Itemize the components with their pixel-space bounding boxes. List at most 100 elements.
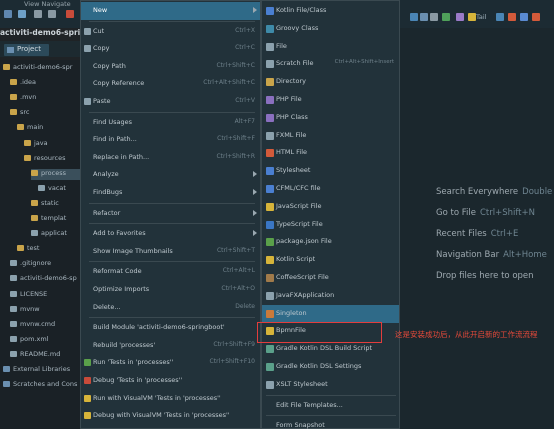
tree-item[interactable]: .idea bbox=[10, 78, 80, 89]
tree-item[interactable]: resources bbox=[24, 154, 80, 165]
tree-item[interactable]: src bbox=[10, 108, 80, 119]
forward-arrow-icon[interactable] bbox=[48, 10, 56, 18]
submenu-item-label: Scratch File bbox=[276, 59, 314, 68]
context-menu-item[interactable]: Rebuild 'processes' Ctrl+Shift+F9 bbox=[81, 337, 260, 355]
toolbar-icon-9[interactable] bbox=[520, 13, 528, 21]
context-menu-item[interactable]: Add to Favorites bbox=[81, 225, 260, 243]
submenu-item[interactable]: Singleton bbox=[262, 304, 399, 323]
submenu-item[interactable]: package.json File bbox=[262, 233, 399, 251]
php-class-icon bbox=[266, 113, 274, 122]
context-menu-item-label: Run with VisualVM 'Tests in 'processes'' bbox=[93, 393, 221, 402]
context-menu-item[interactable]: Reformat Code Ctrl+Alt+L bbox=[81, 263, 260, 281]
context-menu-item[interactable]: Cut Ctrl+X bbox=[81, 23, 260, 41]
sync-icon[interactable] bbox=[18, 10, 26, 18]
toolbar-icon-3[interactable] bbox=[430, 13, 438, 21]
context-menu-item[interactable]: Analyze bbox=[81, 166, 260, 184]
tree-item[interactable]: mvnw bbox=[10, 305, 80, 316]
context-menu-shortcut: Alt+F7 bbox=[234, 117, 255, 125]
toolbar-icon-1[interactable] bbox=[410, 13, 418, 21]
build-icon[interactable] bbox=[66, 10, 74, 18]
context-menu-item[interactable]: Find Usages Alt+F7 bbox=[81, 114, 260, 132]
toolbar-icon-2[interactable] bbox=[420, 13, 428, 21]
submenu-item[interactable]: HTML File bbox=[262, 144, 399, 162]
toolbar-icon-4[interactable] bbox=[442, 13, 450, 21]
toolbar-icon-6[interactable] bbox=[468, 13, 476, 21]
save-icon[interactable] bbox=[4, 10, 12, 18]
submenu-item-label: HTML File bbox=[276, 148, 308, 157]
visualvm-run-icon bbox=[84, 394, 91, 402]
submenu-item[interactable]: Gradle Kotlin DSL Settings bbox=[262, 358, 399, 376]
submenu-item-label: CoffeeScript File bbox=[276, 273, 329, 281]
editor-hint-label: Recent Files bbox=[436, 229, 487, 239]
tree-item[interactable]: activiti-demo6-spr bbox=[3, 63, 80, 74]
context-menu-item-label: New bbox=[93, 6, 108, 14]
tree-item[interactable]: pom.xml bbox=[10, 335, 80, 346]
tree-item[interactable]: applicat bbox=[31, 229, 80, 240]
project-tab[interactable]: Project bbox=[4, 44, 49, 56]
tree-item[interactable]: External Libraries bbox=[3, 365, 80, 376]
tree-item[interactable]: process bbox=[31, 168, 80, 180]
tree-item[interactable]: test bbox=[17, 244, 80, 255]
tree-item[interactable]: main bbox=[17, 123, 80, 134]
tree-item[interactable]: vacat bbox=[38, 184, 80, 195]
context-menu-item[interactable]: New bbox=[81, 2, 260, 20]
submenu-item[interactable]: CFML/CFC file bbox=[262, 180, 399, 198]
context-menu-item[interactable]: Refactor bbox=[81, 205, 260, 223]
tree-item[interactable]: .mvn bbox=[10, 93, 80, 104]
tree-item[interactable]: Scratches and Cons bbox=[3, 380, 80, 391]
tree-item[interactable]: LICENSE bbox=[10, 290, 80, 301]
toolbar-icon-7[interactable] bbox=[496, 13, 504, 21]
context-menu-item[interactable]: Copy Reference Ctrl+Alt+Shift+C bbox=[81, 75, 260, 93]
submenu-item[interactable]: JavaFXApplication bbox=[262, 287, 399, 305]
back-arrow-icon[interactable] bbox=[34, 10, 42, 18]
submenu-item[interactable]: Kotlin Script bbox=[262, 251, 399, 269]
tail-label[interactable]: Tail bbox=[476, 13, 487, 21]
context-menu-item[interactable]: Copy Ctrl+C bbox=[81, 40, 260, 58]
context-menu-item[interactable]: Find in Path... Ctrl+Shift+F bbox=[81, 131, 260, 149]
context-menu-item[interactable]: FindBugs bbox=[81, 184, 260, 202]
toolbar-icon-8[interactable] bbox=[508, 13, 516, 21]
context-menu-item[interactable]: Debug with VisualVM 'Tests in 'processes… bbox=[81, 407, 260, 425]
submenu-item[interactable]: JavaScript File bbox=[262, 198, 399, 216]
tree-item[interactable]: templat bbox=[31, 214, 80, 225]
submenu-item[interactable]: Kotlin File/Class bbox=[262, 2, 399, 20]
tree-item[interactable]: activiti-demo6-sp bbox=[10, 274, 80, 285]
submenu-item[interactable]: FXML File bbox=[262, 127, 399, 145]
submenu-item[interactable]: Scratch File Ctrl+Alt+Shift+Insert bbox=[262, 55, 399, 73]
submenu-item[interactable]: Directory bbox=[262, 73, 399, 91]
context-menu-item[interactable]: Optimize Imports Ctrl+Alt+O bbox=[81, 281, 260, 299]
context-menu-item-label: Reformat Code bbox=[93, 267, 142, 276]
submenu-item[interactable]: File bbox=[262, 38, 399, 56]
toolbar-icon-5[interactable] bbox=[456, 13, 464, 21]
editor-hint-keys: Ctrl+E bbox=[490, 229, 519, 239]
tree-item[interactable]: java bbox=[24, 139, 80, 150]
submenu-item[interactable]: Edit File Templates... bbox=[262, 397, 399, 415]
context-menu-item[interactable]: Debug 'Tests in 'processes'' bbox=[81, 372, 260, 390]
toolbar-icon-10[interactable] bbox=[532, 13, 540, 21]
context-menu-item[interactable]: Show Image Thumbnails Ctrl+Shift+T bbox=[81, 243, 260, 261]
tree-item-label: resources bbox=[34, 153, 66, 162]
main-menu-fragment[interactable]: View Navigate bbox=[24, 0, 71, 8]
context-menu-item[interactable]: Run with VisualVM 'Tests in 'processes'' bbox=[81, 390, 260, 408]
context-menu-item[interactable]: Run 'Tests in 'processes'' Ctrl+Shift+F10 bbox=[81, 354, 260, 372]
context-menu-item[interactable]: Paste Ctrl+V bbox=[81, 93, 260, 111]
submenu-item[interactable]: CoffeeScript File bbox=[262, 269, 399, 287]
submenu-item[interactable]: Form Snapshot bbox=[262, 417, 399, 429]
submenu-item[interactable]: PHP File bbox=[262, 91, 399, 109]
context-menu-item[interactable]: Build Module 'activiti-demo6-springboot' bbox=[81, 319, 260, 337]
context-menu-item[interactable]: Delete... Delete bbox=[81, 299, 260, 317]
tree-item[interactable]: mvnw.cmd bbox=[10, 320, 80, 331]
javascript-icon bbox=[266, 202, 274, 211]
context-menu-item[interactable]: Replace in Path... Ctrl+Shift+R bbox=[81, 149, 260, 167]
submenu-item[interactable]: PHP Class bbox=[262, 109, 399, 127]
tree-item[interactable]: static bbox=[31, 199, 80, 210]
submenu-item-label: Groovy Class bbox=[276, 23, 319, 32]
submenu-item[interactable]: TypeScript File bbox=[262, 216, 399, 234]
submenu-item[interactable]: XSLT Stylesheet bbox=[262, 376, 399, 394]
submenu-item[interactable]: Groovy Class bbox=[262, 20, 399, 38]
context-menu-item[interactable]: Copy Path Ctrl+Shift+C bbox=[81, 58, 260, 76]
editor-hint-label: Search Everywhere bbox=[436, 187, 519, 197]
submenu-item[interactable]: Stylesheet bbox=[262, 162, 399, 180]
tree-item[interactable]: .gitignore bbox=[10, 259, 80, 270]
tree-item[interactable]: README.md bbox=[10, 350, 80, 361]
